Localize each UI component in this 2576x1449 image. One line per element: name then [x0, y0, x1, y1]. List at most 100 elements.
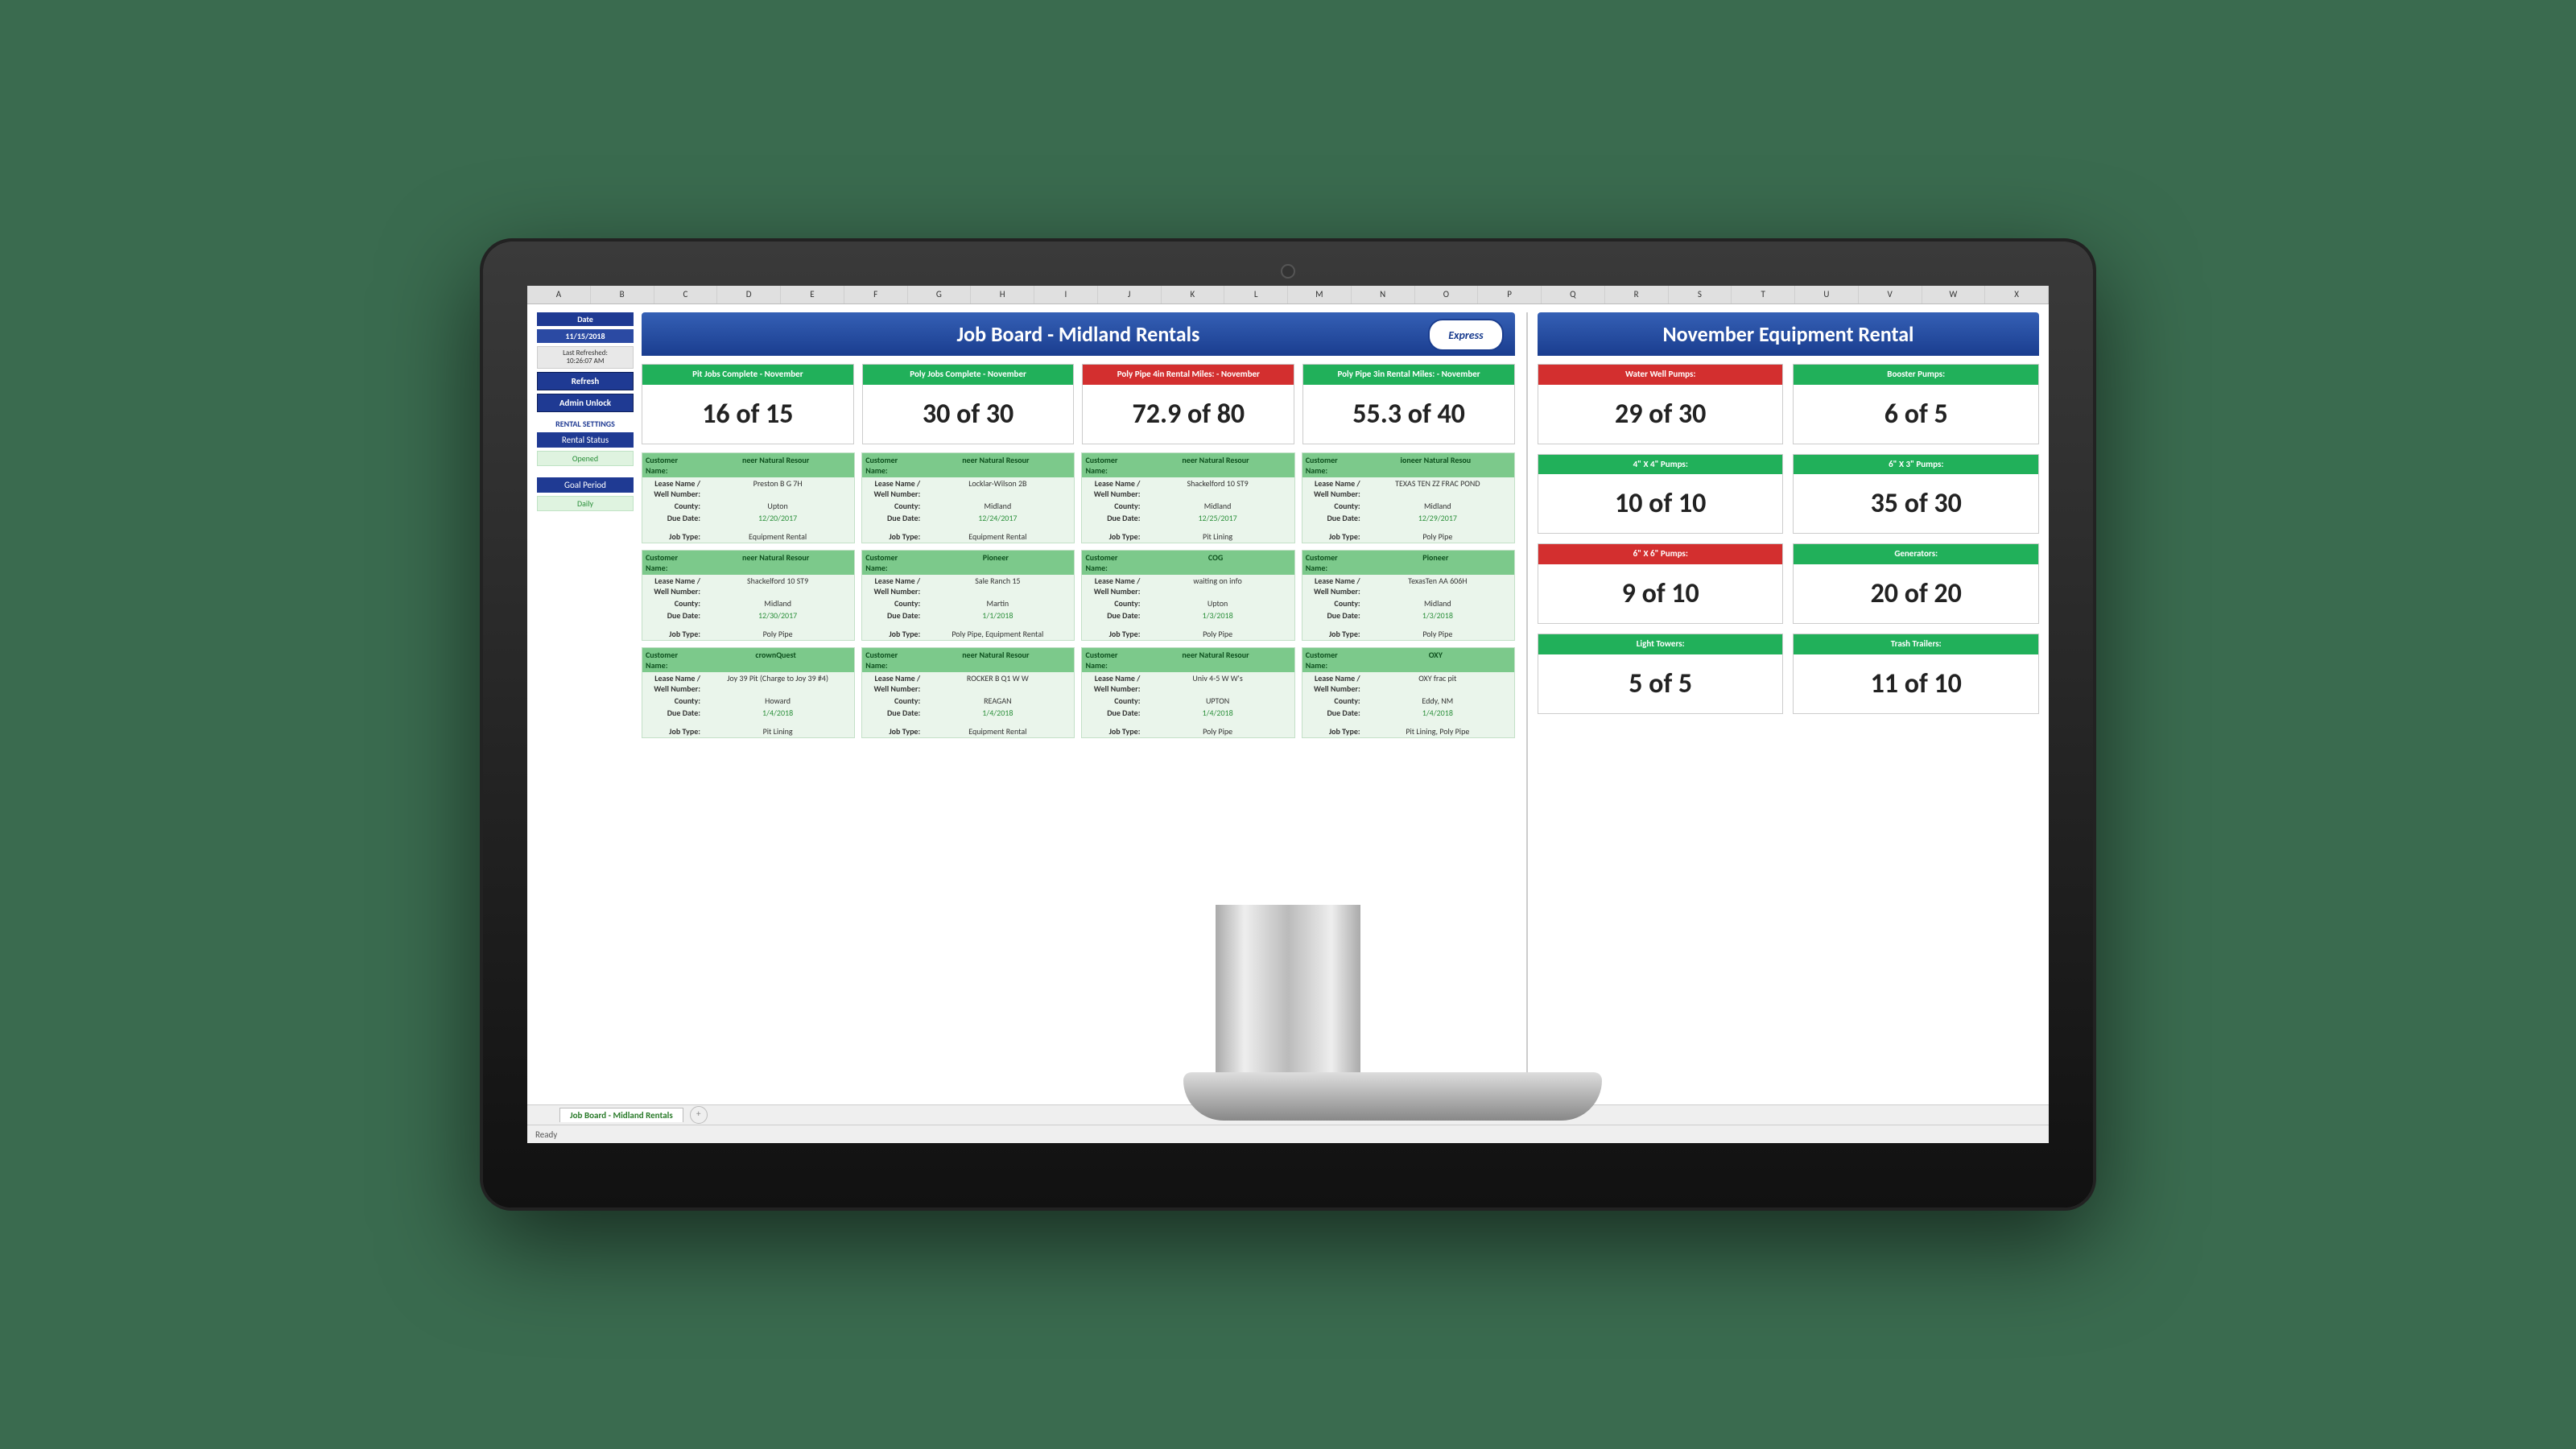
job-county-row: County:REAGAN	[862, 695, 1074, 707]
goal-period-label[interactable]: Goal Period	[537, 477, 634, 493]
job-card: Customer Name:neer Natural ResourLease N…	[642, 452, 855, 543]
job-lease-row: Lease Name / Well Number:OXY frac pit	[1302, 672, 1514, 695]
col-O: O	[1415, 286, 1479, 303]
date-value: 11/15/2018	[537, 329, 634, 343]
job-lease-row: Lease Name / Well Number:Shackelford 10 …	[642, 575, 854, 597]
job-county-row: County:Martin	[862, 597, 1074, 609]
right-title-bar: November Equipment Rental	[1538, 312, 2039, 356]
monitor-stand	[1183, 905, 1393, 1146]
job-due-row: Due Date:1/1/2018	[862, 609, 1074, 621]
rental-card: 6" X 6" Pumps:9 of 10	[1538, 543, 1784, 624]
job-card: Customer Name:OXYLease Name / Well Numbe…	[1302, 647, 1515, 738]
right-title: November Equipment Rental	[1663, 321, 1914, 347]
col-B: B	[591, 286, 654, 303]
col-R: R	[1605, 286, 1669, 303]
job-due-row: Due Date:1/4/2018	[1302, 707, 1514, 719]
admin-unlock-button[interactable]: Admin Unlock	[537, 394, 634, 412]
col-J: J	[1098, 286, 1162, 303]
refresh-button[interactable]: Refresh	[537, 372, 634, 390]
col-X: X	[1985, 286, 2049, 303]
col-M: M	[1288, 286, 1352, 303]
job-lease-row: Lease Name / Well Number:ROCKER B Q1 W W	[862, 672, 1074, 695]
rental-card: Water Well Pumps:29 of 30	[1538, 364, 1784, 444]
job-county-row: County:Midland	[1082, 500, 1294, 512]
job-customer-row: Customer Name:neer Natural Resour	[862, 648, 1074, 672]
job-due-row: Due Date:12/30/2017	[642, 609, 854, 621]
job-county-row: County:Howard	[642, 695, 854, 707]
job-due-row: Due Date:12/20/2017	[642, 512, 854, 524]
job-lease-row: Lease Name / Well Number:Sale Ranch 15	[862, 575, 1074, 597]
left-title-bar: Job Board - Midland Rentals Express	[642, 312, 1515, 356]
job-due-row: Due Date:1/4/2018	[862, 707, 1074, 719]
col-V: V	[1859, 286, 1922, 303]
rental-value: 29 of 30	[1538, 385, 1783, 444]
metric-value: 16 of 15	[642, 385, 853, 444]
col-A: A	[527, 286, 591, 303]
goal-period-value: Daily	[537, 496, 634, 511]
job-customer-row: Customer Name:ioneer Natural Resou	[1302, 453, 1514, 477]
metric-card: Poly Jobs Complete - November30 of 30	[862, 364, 1075, 444]
rental-value: 11 of 10	[1794, 654, 2038, 713]
job-due-row: Due Date:1/4/2018	[1082, 707, 1294, 719]
rental-card: Booster Pumps:6 of 5	[1793, 364, 2039, 444]
col-W: W	[1922, 286, 1986, 303]
col-N: N	[1352, 286, 1415, 303]
col-K: K	[1162, 286, 1225, 303]
new-sheet-button[interactable]: +	[690, 1106, 708, 1124]
job-lease-row: Lease Name / Well Number:Locklar-Wilson …	[862, 477, 1074, 500]
metric-title: Pit Jobs Complete - November	[642, 365, 853, 385]
rental-title: 6" X 6" Pumps:	[1538, 544, 1783, 564]
job-type-row: Job Type:Poly Pipe	[1082, 628, 1294, 640]
job-lease-row: Lease Name / Well Number:Preston B G 7H	[642, 477, 854, 500]
metrics-grid: Pit Jobs Complete - November16 of 15Poly…	[642, 364, 1515, 444]
rental-card: Light Towers:5 of 5	[1538, 634, 1784, 714]
jobs-grid: Customer Name:neer Natural ResourLease N…	[642, 452, 1515, 738]
rental-title: 6" X 3" Pumps:	[1794, 455, 2038, 475]
job-type-row: Job Type:Equipment Rental	[862, 725, 1074, 737]
job-type-row: Job Type:Poly Pipe	[1302, 530, 1514, 543]
rental-value: 6 of 5	[1794, 385, 2038, 444]
rental-status-label[interactable]: Rental Status	[537, 432, 634, 448]
job-county-row: County:Upton	[1082, 597, 1294, 609]
job-customer-row: Customer Name:neer Natural Resour	[642, 453, 854, 477]
col-D: D	[717, 286, 781, 303]
last-refreshed-value: 10:26:07 AM	[540, 357, 630, 365]
rental-settings-caption: RENTAL SETTINGS	[537, 415, 634, 429]
col-U: U	[1795, 286, 1859, 303]
col-C: C	[654, 286, 718, 303]
job-due-row: Due Date:1/4/2018	[642, 707, 854, 719]
job-customer-row: Customer Name:Pioneer	[862, 551, 1074, 575]
job-type-row: Job Type:Poly Pipe	[642, 628, 854, 640]
metric-title: Poly Pipe 4in Rental Miles: - November	[1083, 365, 1294, 385]
left-title: Job Board - Midland Rentals	[957, 321, 1200, 347]
job-card: Customer Name:PioneerLease Name / Well N…	[861, 550, 1075, 641]
job-due-row: Due Date:12/29/2017	[1302, 512, 1514, 524]
rental-title: Trash Trailers:	[1794, 634, 2038, 654]
sidebar: Date 11/15/2018 Last Refreshed: 10:26:07…	[537, 312, 634, 1096]
job-type-row: Job Type:Poly Pipe, Equipment Rental	[862, 628, 1074, 640]
col-Q: Q	[1542, 286, 1605, 303]
sheet-tab[interactable]: Job Board - Midland Rentals	[559, 1108, 683, 1122]
metric-card: Poly Pipe 4in Rental Miles: - November72…	[1082, 364, 1294, 444]
col-H: H	[971, 286, 1034, 303]
metric-value: 55.3 of 40	[1303, 385, 1514, 444]
job-due-row: Due Date:1/3/2018	[1082, 609, 1294, 621]
col-P: P	[1478, 286, 1542, 303]
job-type-row: Job Type:Pit Lining	[642, 725, 854, 737]
job-type-row: Job Type:Pit Lining, Poly Pipe	[1302, 725, 1514, 737]
metric-value: 30 of 30	[863, 385, 1074, 444]
job-card: Customer Name:PioneerLease Name / Well N…	[1302, 550, 1515, 641]
job-card: Customer Name:neer Natural ResourLease N…	[861, 647, 1075, 738]
job-customer-row: Customer Name:neer Natural Resour	[862, 453, 1074, 477]
job-customer-row: Customer Name:OXY	[1302, 648, 1514, 672]
job-card: Customer Name:neer Natural ResourLease N…	[861, 452, 1075, 543]
rental-title: Generators:	[1794, 544, 2038, 564]
job-lease-row: Lease Name / Well Number:Shackelford 10 …	[1082, 477, 1294, 500]
rental-value: 9 of 10	[1538, 564, 1783, 623]
job-card: Customer Name:neer Natural ResourLease N…	[1081, 647, 1294, 738]
rental-title: Water Well Pumps:	[1538, 365, 1783, 385]
express-logo: Express	[1428, 319, 1504, 351]
date-label: Date	[537, 312, 634, 326]
col-S: S	[1669, 286, 1732, 303]
job-county-row: County:UPTON	[1082, 695, 1294, 707]
